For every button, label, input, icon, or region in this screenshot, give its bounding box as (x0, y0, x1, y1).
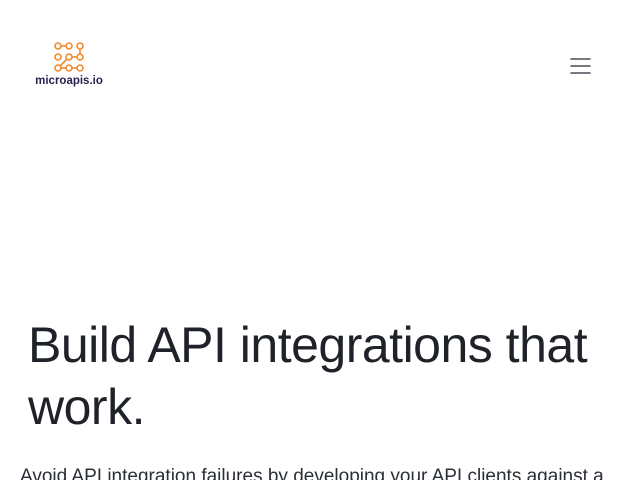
logo-text: microapis.io (35, 75, 103, 87)
hero-subtitle: Avoid API integration failures by develo… (20, 466, 604, 480)
hamburger-menu-icon (570, 58, 591, 74)
site-header: microapis.io (0, 0, 640, 110)
hamburger-menu-button[interactable] (568, 56, 594, 78)
network-dots-icon (54, 42, 84, 72)
hero-title: Build API integrations that work. (28, 317, 588, 435)
logo-link[interactable]: microapis.io (33, 40, 105, 92)
